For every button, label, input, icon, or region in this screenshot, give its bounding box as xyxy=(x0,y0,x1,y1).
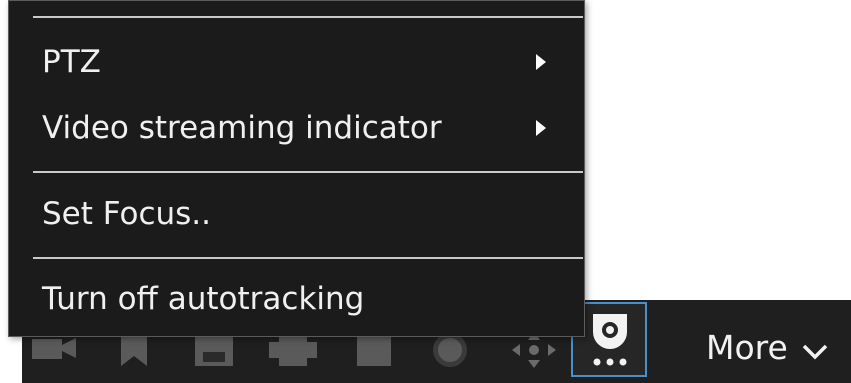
menu-item-video-streaming-indicator[interactable]: Video streaming indicator xyxy=(10,95,583,161)
bookmark-icon[interactable] xyxy=(119,334,149,366)
menu-separator xyxy=(33,257,583,259)
menu-item-turn-off-autotracking[interactable]: Turn off autotracking xyxy=(10,266,583,332)
submenu-arrow-icon xyxy=(536,54,546,70)
more-label: More xyxy=(706,328,788,367)
context-menu: PTZ Video streaming indicator Set Focus.… xyxy=(8,0,585,337)
menu-item-label: PTZ xyxy=(42,44,101,80)
camera-icon[interactable] xyxy=(30,335,80,361)
menu-separator xyxy=(33,16,583,18)
print-icon[interactable] xyxy=(269,334,317,366)
menu-item-label: Turn off autotracking xyxy=(42,281,365,317)
stop-icon[interactable] xyxy=(357,334,391,366)
menu-item-label: Set Focus.. xyxy=(42,196,212,232)
menu-item-ptz[interactable]: PTZ xyxy=(10,29,583,95)
autotracking-camera-icon xyxy=(589,312,631,374)
menu-item-label: Video streaming indicator xyxy=(42,110,442,146)
record-icon[interactable] xyxy=(430,332,470,368)
submenu-arrow-icon xyxy=(536,120,546,136)
menu-item-set-focus[interactable]: Set Focus.. xyxy=(10,181,583,247)
chevron-down-icon xyxy=(802,324,828,376)
more-button[interactable]: More xyxy=(706,322,828,374)
save-icon[interactable] xyxy=(193,334,235,366)
ptz-move-icon[interactable] xyxy=(512,332,556,368)
menu-separator xyxy=(33,171,583,173)
